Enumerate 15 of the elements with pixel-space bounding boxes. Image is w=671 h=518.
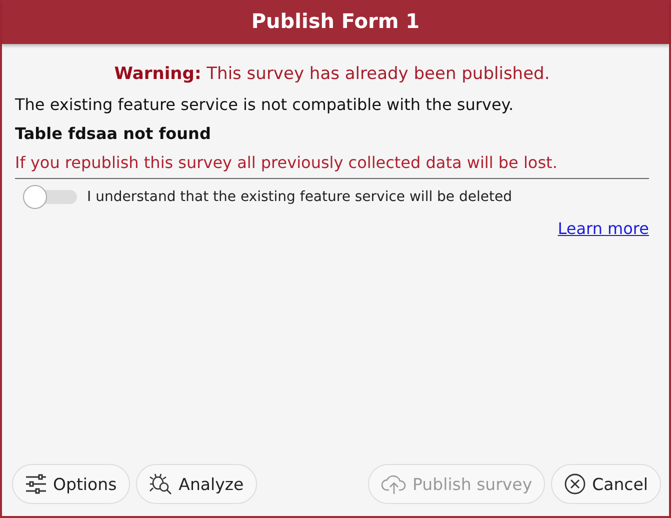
cancel-button[interactable]: Cancel xyxy=(551,464,661,504)
toggle-switch[interactable] xyxy=(23,185,77,209)
error-message: Table fdsaa not found xyxy=(15,124,212,143)
cloud-upload-icon xyxy=(380,473,407,495)
compatibility-message: The existing feature service is not compatible with the survey. xyxy=(15,95,515,114)
close-icon xyxy=(564,473,586,495)
window-title: Publish Form 1 xyxy=(2,0,669,44)
sliders-icon xyxy=(25,474,47,494)
learn-more-link[interactable]: Learn more xyxy=(558,219,649,238)
data-loss-warning: If you republish this survey all previously collected data will be lost. xyxy=(15,153,649,179)
options-button[interactable]: Options xyxy=(12,464,130,504)
toggle-label: I understand that the existing feature service will be deleted xyxy=(87,189,512,205)
bug-magnifier-icon xyxy=(148,473,173,495)
analyze-button[interactable]: Analyze xyxy=(136,464,257,504)
warning-message: Warning: This survey has already been published. xyxy=(113,64,551,84)
